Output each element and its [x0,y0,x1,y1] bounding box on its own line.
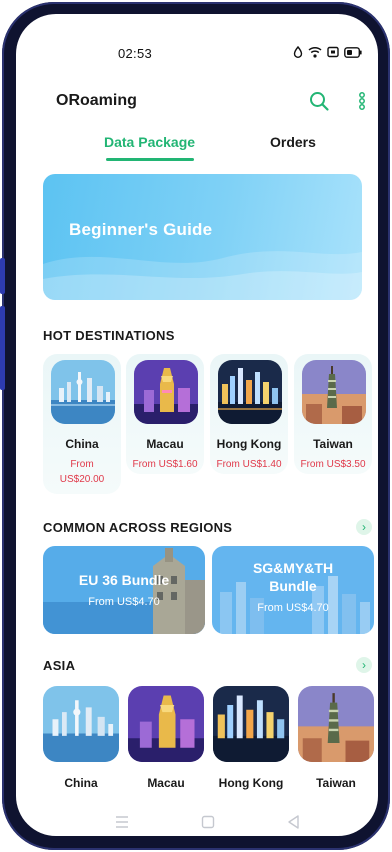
recent-apps-button[interactable] [110,810,134,834]
bundle-price: From US$4.70 [88,596,160,608]
taiwan-taipei-101-image [298,686,374,762]
eu-bundle-image [43,546,205,634]
tab-data-package[interactable]: Data Package [104,134,195,150]
home-icon [201,815,215,829]
beginners-guide-banner[interactable]: Beginner's Guide [43,174,362,300]
status-bar: 02:53 [16,44,378,64]
common-regions-more-button[interactable]: › [356,519,372,535]
bundle-title: EU 36 Bundle [78,572,170,588]
destination-price: From US$20.00 [43,457,121,487]
common-regions-title: COMMON ACROSS REGIONS [43,520,233,535]
asia-item-taiwan[interactable] [298,686,374,762]
asia-item-china[interactable] [43,686,119,762]
more-options-button[interactable] [356,90,368,112]
asia-title: ASIA [43,658,76,673]
status-time: 02:53 [118,46,153,61]
destination-card-hong-kong[interactable]: Hong Kong From US$1.40 [210,354,288,474]
tab-orders[interactable]: Orders [270,134,316,150]
destination-price: From US$1.60 [132,459,198,470]
wifi-icon [308,46,322,58]
back-button[interactable] [282,810,306,834]
hong-kong-skyline-image [218,360,282,424]
banner-title: Beginner's Guide [69,220,213,239]
asia-item-hong-kong[interactable] [213,686,289,762]
sim-icon [327,46,339,58]
destination-name: Hong Kong [216,437,282,451]
asia-item-name: Taiwan [316,776,356,790]
notification-icon [293,46,303,58]
destination-price: From US$1.40 [216,459,282,470]
asia-item-name: Hong Kong [218,776,284,790]
hong-kong-skyline-image [213,686,289,762]
destination-name: China [65,437,99,451]
chevron-right-icon: › [362,520,366,534]
taiwan-taipei-101-image [302,360,366,424]
back-icon [288,815,299,829]
destination-price: From US$3.50 [300,459,366,470]
search-icon [310,92,329,111]
macau-tower-image [134,360,198,424]
menu-icon [116,816,128,828]
asia-item-macau[interactable] [128,686,204,762]
china-skyline-image [43,686,119,762]
more-vertical-icon [359,92,365,110]
home-button[interactable] [196,810,220,834]
hot-destinations-title: HOT DESTINATIONS [43,328,175,343]
destination-card-china[interactable]: China From US$20.00 [43,354,121,494]
destination-name: Macau [146,437,184,451]
active-tab-indicator [106,158,194,161]
search-button[interactable] [308,90,330,112]
battery-icon [344,46,362,58]
price-line: US$20.00 [59,474,105,485]
asia-item-name: China [64,776,98,790]
asia-item-name: Macau [147,776,185,790]
chevron-right-icon: › [362,658,366,672]
macau-tower-image [128,686,204,762]
volume-button [0,258,5,294]
destination-card-macau[interactable]: Macau From US$1.60 [126,354,204,474]
price-line: From [70,459,94,470]
destination-card-taiwan[interactable]: Taiwan From US$3.50 [294,354,372,474]
asia-more-button[interactable]: › [356,657,372,673]
volume-button [0,306,5,390]
bundle-price: From US$4.70 [257,602,329,614]
china-skyline-image [51,360,115,424]
bundle-title-line: Bundle [269,578,317,594]
bundle-title-line: SG&MY&TH [252,560,334,576]
bundle-card-eu-36[interactable]: EU 36 Bundle From US$4.70 [43,546,205,634]
system-nav-bar [16,810,378,834]
destination-name: Taiwan [313,437,353,451]
status-icons [293,46,362,58]
phone-screen: 02:53 ORoaming Data Package Orders Begin… [16,14,378,836]
bundle-card-sg-my-th[interactable]: SG&MY&TH Bundle From US$4.70 [212,546,374,634]
app-title: ORoaming [56,92,137,109]
